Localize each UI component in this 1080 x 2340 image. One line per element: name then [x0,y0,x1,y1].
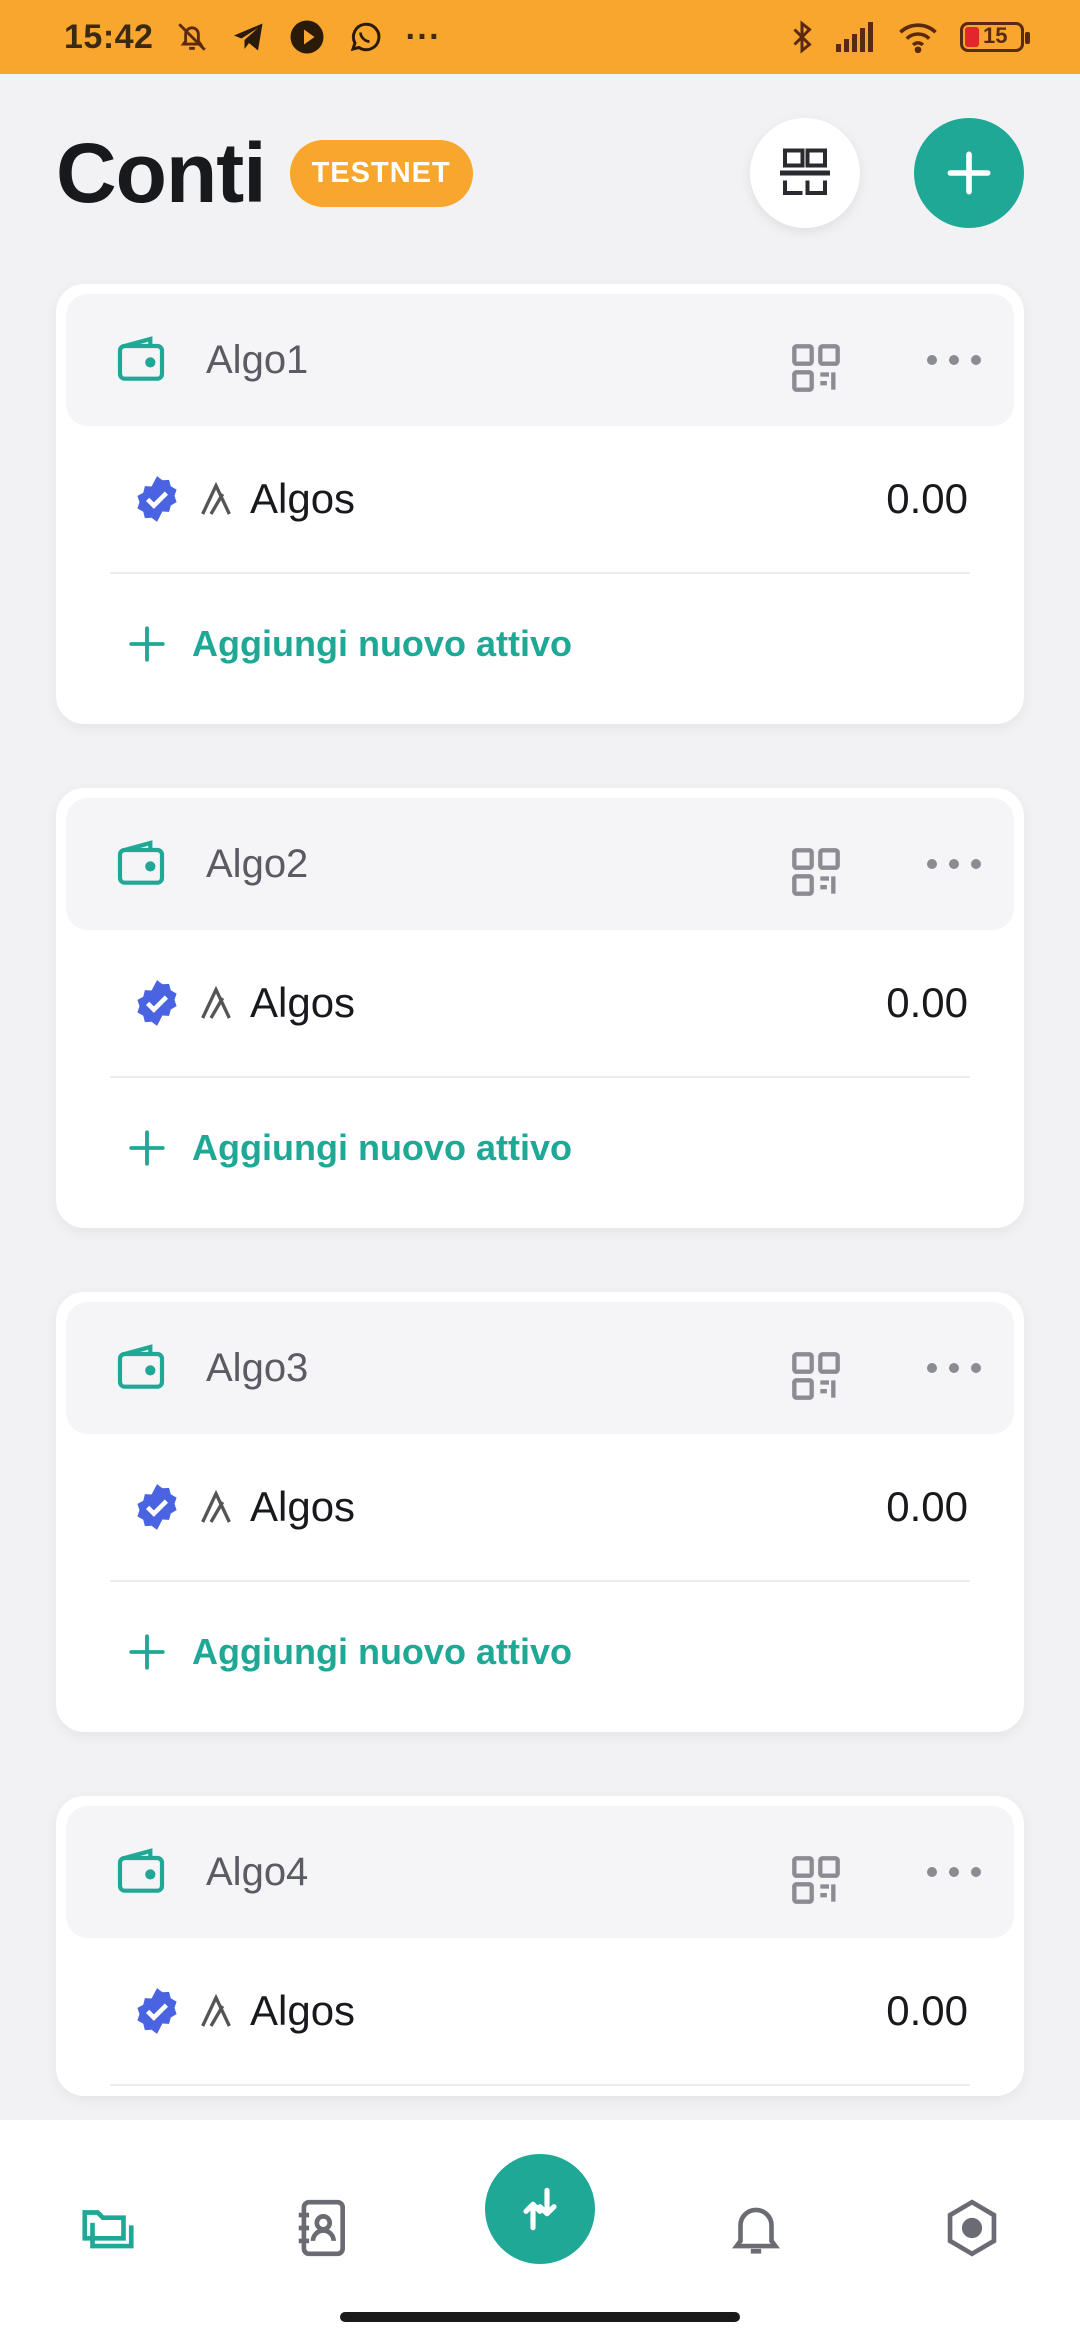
verified-icon [137,1484,177,1530]
account-header[interactable]: Algo1 [66,294,1014,426]
qr-code-icon[interactable] [790,1350,842,1402]
wallet-icon [117,336,165,381]
asset-row[interactable]: Algos 0.00 [66,930,1014,1076]
algorand-icon [201,1993,231,2027]
account-name: Algo1 [206,337,309,382]
add-asset-label: Aggiungi nuovo attivo [192,623,572,664]
algorand-icon [201,1489,231,1523]
bluetooth-icon [790,19,814,55]
asset-name: Algos [250,1483,356,1530]
wallet-icon [117,1848,165,1893]
account-header[interactable]: Algo2 [66,798,1014,930]
scan-qr-icon [780,148,830,195]
bell-off-icon [175,20,209,54]
battery-icon: 15 [960,22,1030,52]
plus-icon [947,151,991,195]
page-header: Conti TESTNET [56,118,1024,228]
plus-icon [129,626,165,662]
qr-code-icon[interactable] [790,342,842,394]
nav-notifications[interactable] [716,2188,796,2268]
transfer-icon [523,2187,557,2231]
qr-code-icon[interactable] [790,846,842,898]
more-options-icon[interactable] [924,1360,984,1376]
more-options-icon[interactable] [924,1864,984,1880]
qr-code-icon[interactable] [790,1854,842,1906]
account-header[interactable]: Algo3 [66,1302,1014,1434]
algorand-icon [201,481,231,515]
account-card: Algo3 Algos 0.00 Aggiungi nuovo attivo [56,1292,1024,1732]
account-card: Algo1 Algos 0.00 Aggiungi nuovo attivo [56,284,1024,724]
status-bar: 15:42 ··· 15 [0,0,1080,74]
settings-icon [947,2199,997,2257]
account-name: Algo3 [206,1345,309,1390]
nav-transfer[interactable] [485,2154,595,2264]
asset-balance: 0.00 [886,979,968,1026]
page-title: Conti [56,125,267,220]
add-asset-button[interactable]: Aggiungi nuovo attivo [66,574,1014,714]
account-card: Algo4 Algos 0.00 [56,1796,1024,2096]
status-more: ··· [405,17,441,56]
plus-icon [129,1130,165,1166]
contacts-icon [298,2199,345,2257]
bottom-navigation [0,2120,1080,2340]
plus-icon [129,1634,165,1670]
battery-level: 15 [983,23,1008,48]
algorand-icon [201,985,231,1019]
account-card: Algo2 Algos 0.00 Aggiungi nuovo attivo [56,788,1024,1228]
play-icon [289,19,325,55]
home-indicator[interactable] [340,2312,740,2322]
whatsapp-icon [347,19,383,55]
asset-name: Algos [250,979,356,1026]
asset-row[interactable]: Algos 0.00 [66,1434,1014,1580]
add-asset-label: Aggiungi nuovo attivo [192,1631,572,1672]
wifi-icon [898,21,938,53]
asset-row[interactable]: Algos 0.00 [66,1938,1014,2084]
add-account-button[interactable] [914,118,1024,228]
asset-row[interactable]: Algos 0.00 [66,426,1014,572]
wallet-icon [117,840,165,885]
more-options-icon[interactable] [924,856,984,872]
status-time: 15:42 [64,17,154,56]
asset-balance: 0.00 [886,1987,968,2034]
verified-icon [137,980,177,1026]
wallet-icon [117,1344,165,1389]
accounts-icon [82,2210,134,2249]
bell-icon [731,2207,781,2254]
account-header[interactable]: Algo4 [66,1806,1014,1938]
asset-name: Algos [250,475,356,522]
telegram-icon [231,19,267,55]
add-asset-label: Aggiungi nuovo attivo [192,1127,572,1168]
asset-balance: 0.00 [886,1483,968,1530]
asset-balance: 0.00 [886,475,968,522]
network-badge: TESTNET [289,139,473,207]
nav-contacts[interactable] [282,2188,362,2268]
add-asset-button[interactable]: Aggiungi nuovo attivo [66,1582,1014,1722]
signal-icon [836,22,876,52]
verified-icon [137,1988,177,2034]
nav-accounts[interactable] [68,2188,148,2268]
account-name: Algo2 [206,841,309,886]
more-options-icon[interactable] [924,352,984,368]
scan-qr-button[interactable] [750,118,860,228]
nav-settings[interactable] [932,2188,1012,2268]
verified-icon [137,476,177,522]
divider [110,2084,970,2086]
account-name: Algo4 [206,1849,309,1894]
asset-name: Algos [250,1987,356,2034]
add-asset-button[interactable]: Aggiungi nuovo attivo [66,1078,1014,1218]
